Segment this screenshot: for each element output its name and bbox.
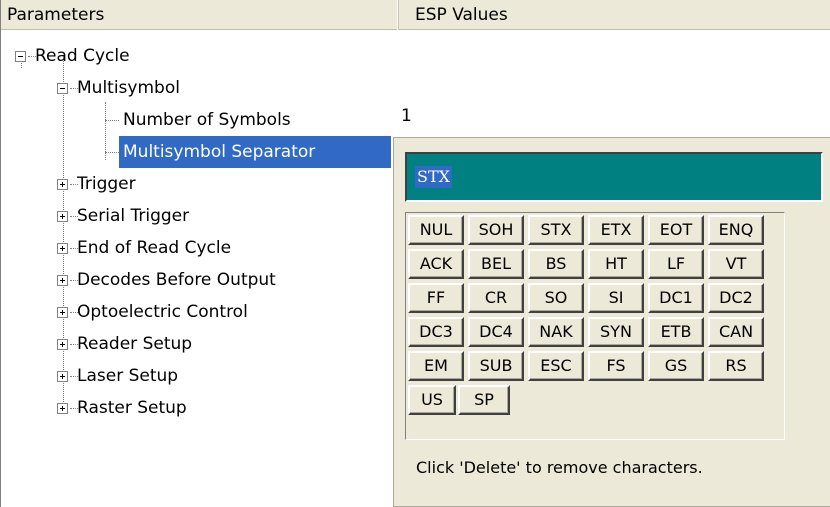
char-button-gs[interactable]: GS xyxy=(648,351,704,381)
expand-icon[interactable] xyxy=(57,243,68,254)
tree-row-read-cycle: Read Cycle xyxy=(1,40,399,72)
collapse-icon[interactable] xyxy=(15,51,26,62)
tree-row-end-of-read-cycle: End of Read Cycle xyxy=(1,232,399,264)
char-button-dc2[interactable]: DC2 xyxy=(708,283,764,313)
char-button-lf[interactable]: LF xyxy=(648,249,704,279)
char-button-nak[interactable]: NAK xyxy=(528,317,584,347)
tree-item-optoelectric-control[interactable]: Optoelectric Control xyxy=(73,296,252,328)
tree-item-serial-trigger[interactable]: Serial Trigger xyxy=(73,200,193,232)
char-button-esc[interactable]: ESC xyxy=(528,351,584,381)
tree-item-read-cycle[interactable]: Read Cycle xyxy=(31,40,134,72)
tree-item-decodes-before-output[interactable]: Decodes Before Output xyxy=(73,264,280,296)
char-button-soh[interactable]: SOH xyxy=(468,215,524,245)
tree-row-laser-setup: Laser Setup xyxy=(1,360,399,392)
char-button-dc3[interactable]: DC3 xyxy=(408,317,464,347)
char-button-etx[interactable]: ETX xyxy=(588,215,644,245)
char-button-eot[interactable]: EOT xyxy=(648,215,704,245)
esp-parameters-window: Parameters ESP Values Read Cycle Multisy… xyxy=(0,0,830,507)
char-button-ht[interactable]: HT xyxy=(588,249,644,279)
char-button-etb[interactable]: ETB xyxy=(648,317,704,347)
tree-row-number-of-symbols: Number of Symbols xyxy=(1,104,399,136)
expand-icon[interactable] xyxy=(57,275,68,286)
tree-row-raster-setup: Raster Setup xyxy=(1,392,399,424)
esp-values-column-header[interactable]: ESP Values xyxy=(399,0,830,30)
char-button-bs[interactable]: BS xyxy=(528,249,584,279)
tree-row-serial-trigger: Serial Trigger xyxy=(1,200,399,232)
tree-item-end-of-read-cycle[interactable]: End of Read Cycle xyxy=(73,232,235,264)
parameters-column-header[interactable]: Parameters xyxy=(1,0,399,30)
tree-row-multisymbol: Multisymbol xyxy=(1,72,399,104)
char-button-bel[interactable]: BEL xyxy=(468,249,524,279)
control-character-grid: NUL SOH STX ETX EOT ENQ ACK BEL BS HT LF… xyxy=(405,212,785,440)
column-header: Parameters ESP Values xyxy=(1,0,830,30)
tree-row-reader-setup: Reader Setup xyxy=(1,328,399,360)
char-button-ff[interactable]: FF xyxy=(408,283,464,313)
tree-item-number-of-symbols[interactable]: Number of Symbols xyxy=(119,104,295,136)
tree-row-decodes-before-output: Decodes Before Output xyxy=(1,264,399,296)
tree-item-reader-setup[interactable]: Reader Setup xyxy=(73,328,196,360)
expand-icon[interactable] xyxy=(57,211,68,222)
expand-icon[interactable] xyxy=(57,179,68,190)
tree-row-optoelectric-control: Optoelectric Control xyxy=(1,296,399,328)
char-button-enq[interactable]: ENQ xyxy=(708,215,764,245)
char-button-rs[interactable]: RS xyxy=(708,351,764,381)
collapse-icon[interactable] xyxy=(57,83,68,94)
number-of-symbols-value[interactable]: 1 xyxy=(399,106,412,126)
char-button-fs[interactable]: FS xyxy=(588,351,644,381)
char-button-dc4[interactable]: DC4 xyxy=(468,317,524,347)
tree-item-multisymbol[interactable]: Multisymbol xyxy=(73,72,184,104)
tree-item-laser-setup[interactable]: Laser Setup xyxy=(73,360,182,392)
parameter-tree: Read Cycle Multisymbol Number of Symbols… xyxy=(1,30,399,507)
separator-input-value: STX xyxy=(415,166,453,188)
char-button-stx[interactable]: STX xyxy=(528,215,584,245)
delete-hint-text: Click 'Delete' to remove characters. xyxy=(416,458,703,477)
char-button-em[interactable]: EM xyxy=(408,351,464,381)
char-button-syn[interactable]: SYN xyxy=(588,317,644,347)
char-button-si[interactable]: SI xyxy=(588,283,644,313)
separator-input-field[interactable]: STX xyxy=(405,152,823,202)
expand-icon[interactable] xyxy=(57,371,68,382)
char-button-sp[interactable]: SP xyxy=(458,385,510,415)
char-button-nul[interactable]: NUL xyxy=(408,215,464,245)
tree-row-multisymbol-separator: Multisymbol Separator xyxy=(1,136,399,168)
tree-item-raster-setup[interactable]: Raster Setup xyxy=(73,392,191,424)
tree-item-multisymbol-separator[interactable]: Multisymbol Separator xyxy=(119,136,391,168)
char-button-so[interactable]: SO xyxy=(528,283,584,313)
char-button-us[interactable]: US xyxy=(408,385,456,415)
expand-icon[interactable] xyxy=(57,307,68,318)
char-button-dc1[interactable]: DC1 xyxy=(648,283,704,313)
char-button-cr[interactable]: CR xyxy=(468,283,524,313)
char-button-vt[interactable]: VT xyxy=(708,249,764,279)
char-button-can[interactable]: CAN xyxy=(708,317,764,347)
expand-icon[interactable] xyxy=(57,339,68,350)
tree-item-trigger[interactable]: Trigger xyxy=(73,168,140,200)
char-button-ack[interactable]: ACK xyxy=(408,249,464,279)
expand-icon[interactable] xyxy=(57,403,68,414)
tree-row-trigger: Trigger xyxy=(1,168,399,200)
separator-character-picker: STX NUL SOH STX ETX EOT ENQ ACK BEL BS H… xyxy=(393,137,830,507)
char-button-sub[interactable]: SUB xyxy=(468,351,524,381)
